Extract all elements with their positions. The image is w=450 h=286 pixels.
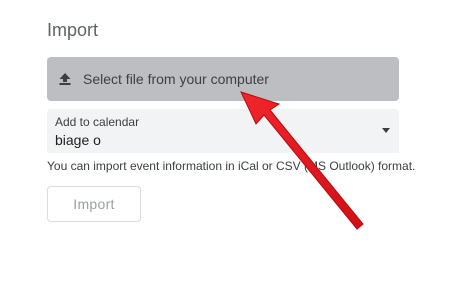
import-button[interactable]: Import (47, 186, 141, 222)
import-help-text: You can import event information in iCal… (47, 159, 416, 173)
upload-icon (57, 71, 73, 87)
select-file-label: Select file from your computer (83, 71, 269, 87)
page-title: Import (47, 20, 99, 40)
chevron-down-icon (382, 128, 390, 133)
add-to-calendar-label: Add to calendar (55, 115, 140, 129)
calendar-value: biage o (55, 132, 101, 148)
add-to-calendar-select[interactable]: Add to calendar biage o (47, 109, 399, 153)
select-file-button[interactable]: Select file from your computer (47, 57, 399, 101)
